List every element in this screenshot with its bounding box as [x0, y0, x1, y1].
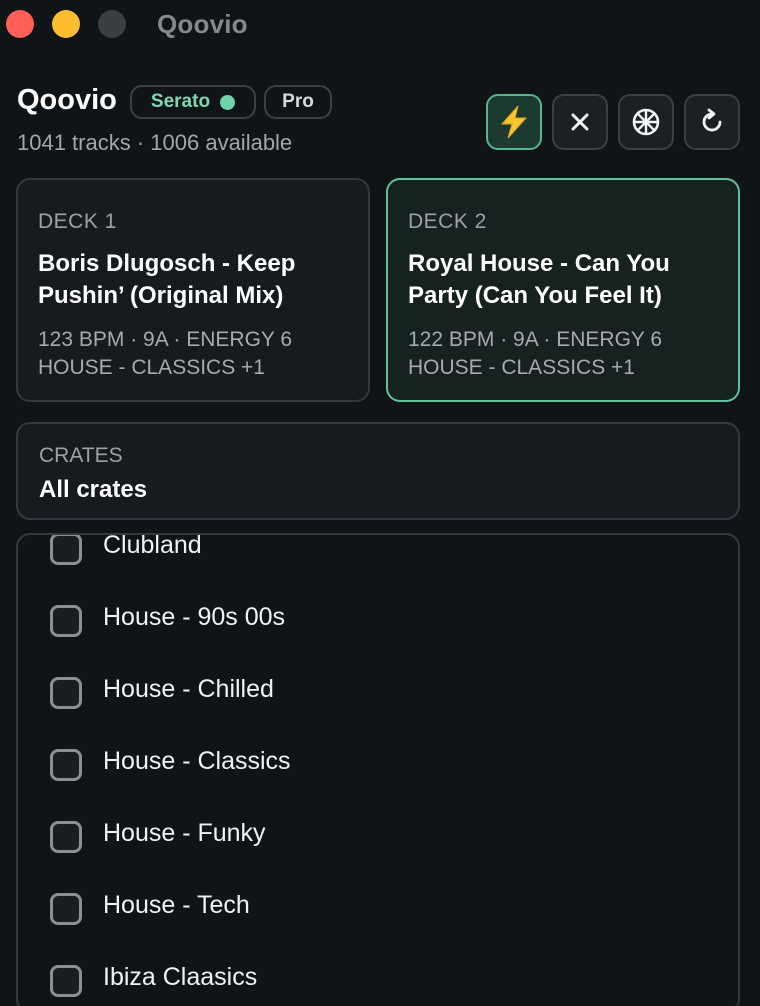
wheel-button[interactable]	[618, 94, 674, 150]
crate-list-item[interactable]: House - Funky	[18, 801, 738, 873]
library-stats: 1041 tracks · 1006 available	[17, 130, 293, 155]
window-zoom-button[interactable]	[98, 10, 126, 38]
crates-label: CRATES	[39, 444, 123, 467]
deck-track-meta: 123 BPM · 9A · ENERGY 6	[38, 328, 293, 351]
source-badge-label: Serato	[150, 91, 211, 112]
crate-name: Clubland	[103, 533, 202, 559]
deck-label: DECK 1	[38, 210, 117, 233]
refresh-icon	[702, 108, 722, 132]
crates-selector[interactable]: CRATES All crates	[16, 422, 740, 520]
crates-selected-value: All crates	[39, 476, 148, 503]
crate-name: House - 90s 00s	[103, 603, 286, 631]
plan-badge-label: Pro	[282, 91, 314, 112]
crate-checkbox[interactable]	[50, 821, 82, 853]
crate-list-item[interactable]: Ibiza Claasics	[18, 945, 738, 1006]
deck-track-meta: 122 BPM · 9A · ENERGY 6	[408, 328, 663, 351]
deck-track-crates: HOUSE - CLASSICS +1	[408, 356, 635, 379]
deck-label: DECK 2	[408, 210, 487, 233]
deck-1-card[interactable]: DECK 1 Boris Dlugosch - Keep Pushin’ (Or…	[16, 178, 370, 402]
wheel-icon	[632, 108, 660, 136]
lightning-icon	[500, 105, 528, 139]
crate-checkbox[interactable]	[50, 749, 82, 781]
crate-checkbox[interactable]	[50, 605, 82, 637]
crate-list-item[interactable]: Clubland	[18, 533, 738, 585]
deck-track-crates: HOUSE - CLASSICS +1	[38, 356, 265, 379]
crate-list-item[interactable]: House - Tech	[18, 873, 738, 945]
crate-list-item[interactable]: House - Classics	[18, 729, 738, 801]
deck-track-title: Boris Dlugosch - Keep Pushin’ (Original …	[38, 250, 296, 309]
deck-track-title: Royal House - Can You Party (Can You Fee…	[408, 250, 670, 309]
crate-name: House - Tech	[103, 891, 250, 919]
crate-name: House - Funky	[103, 819, 266, 847]
close-icon	[571, 113, 589, 131]
window-title: Qoovio	[157, 9, 248, 39]
auto-mode-button[interactable]	[486, 94, 542, 150]
connection-status-dot	[220, 94, 236, 110]
crate-list-item[interactable]: House - Chilled	[18, 657, 738, 729]
crate-checkbox[interactable]	[50, 893, 82, 925]
app-name: Qoovio	[17, 84, 117, 116]
title-bar: Qoovio	[0, 0, 760, 50]
crate-checkbox[interactable]	[50, 677, 82, 709]
plan-badge: Pro	[264, 85, 332, 119]
deck-2-card[interactable]: DECK 2 Royal House - Can You Party (Can …	[386, 178, 740, 402]
app-window: Qoovio Qoovio Serato Pro 1041 tracks · 1…	[0, 0, 760, 1006]
crate-list-item[interactable]: House - 90s 00s	[18, 585, 738, 657]
source-badge: Serato	[130, 85, 256, 119]
crate-checkbox[interactable]	[50, 535, 82, 565]
window-close-button[interactable]	[6, 10, 34, 38]
close-button[interactable]	[552, 94, 608, 150]
crate-checkbox[interactable]	[50, 965, 82, 997]
crate-list[interactable]: Clubland House - 90s 00s House - Chilled…	[16, 533, 740, 1006]
crate-name: House - Classics	[103, 747, 291, 775]
crate-name: Ibiza Claasics	[103, 963, 258, 991]
refresh-button[interactable]	[684, 94, 740, 150]
crate-name: House - Chilled	[103, 675, 274, 703]
window-minimize-button[interactable]	[52, 10, 80, 38]
